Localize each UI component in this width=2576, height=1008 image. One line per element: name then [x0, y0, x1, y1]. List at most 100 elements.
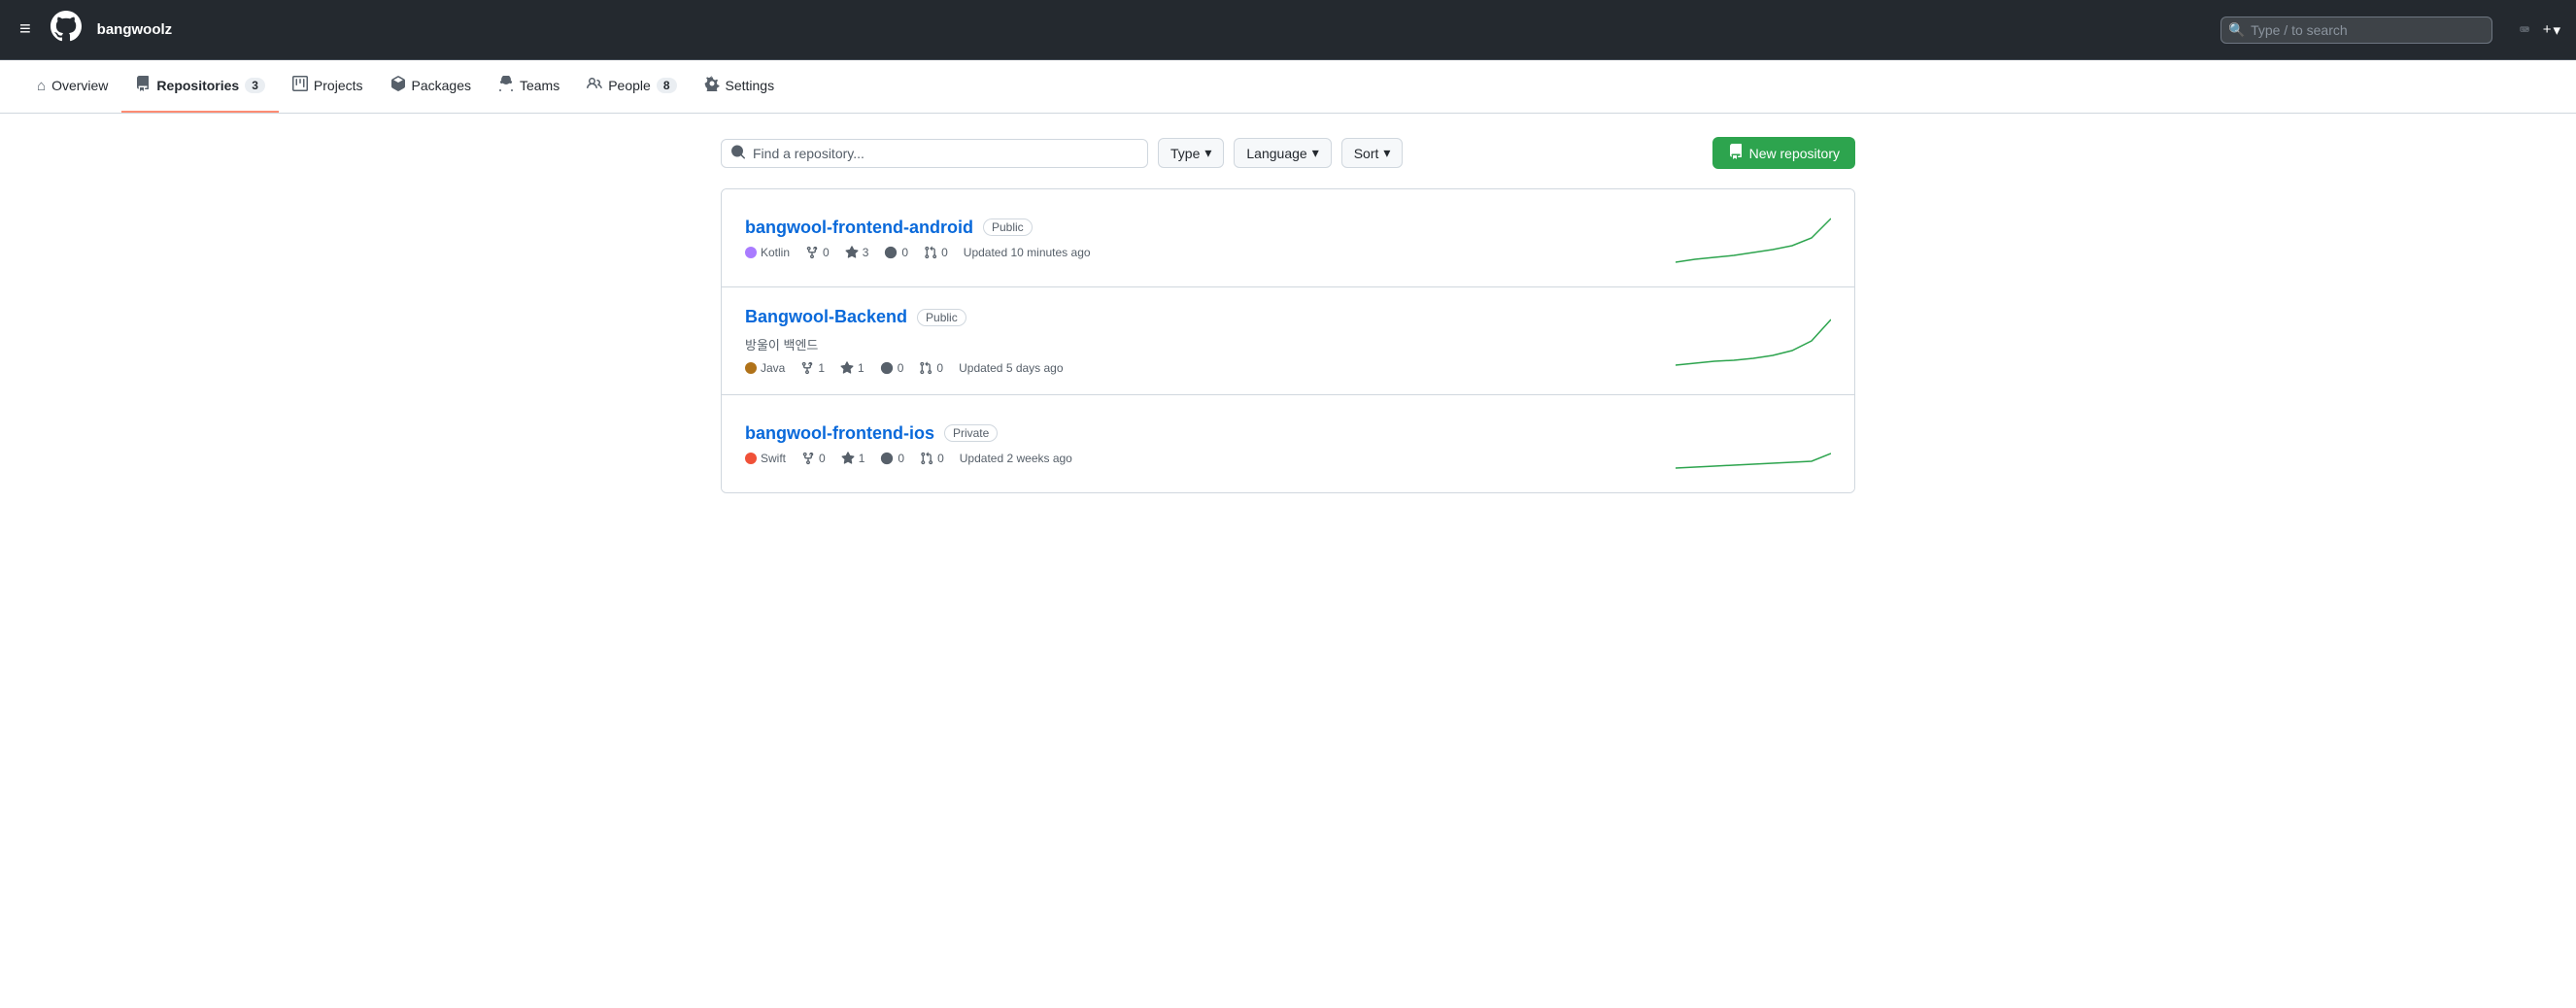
header-actions: ⌨ + ▾ [2516, 17, 2560, 43]
prs-count: 0 [941, 246, 948, 259]
language-dropdown-button[interactable]: Language ▾ [1234, 138, 1331, 168]
repo-icon [135, 76, 151, 95]
main-content: Type ▾ Language ▾ Sort ▾ New repository … [705, 114, 1871, 517]
repo-updated: Updated 5 days ago [959, 361, 1063, 375]
repo-search-icon [730, 144, 746, 162]
prs-count: 0 [937, 452, 944, 465]
repositories-count-badge: 3 [245, 78, 265, 93]
repo-info: bangwool-frontend-ios Private Swift 0 1 [745, 423, 1676, 465]
repo-forks: 0 [805, 246, 830, 259]
activity-chart [1676, 415, 1831, 473]
sidebar-item-settings[interactable]: Settings [691, 60, 789, 113]
activity-chart [1676, 209, 1831, 267]
type-label: Type [1170, 146, 1200, 161]
chevron-down-icon: ▾ [2553, 21, 2560, 39]
repo-issues: 0 [880, 361, 904, 375]
repo-visibility-badge: Public [983, 218, 1033, 236]
language-dot-icon [745, 453, 757, 464]
repo-info: bangwool-frontend-android Public Kotlin … [745, 218, 1676, 259]
repo-meta: Kotlin 0 3 0 [745, 246, 1676, 259]
language-dot-icon [745, 247, 757, 258]
repo-language: Kotlin [745, 246, 790, 259]
search-icon: 🔍 [2228, 21, 2245, 38]
language-label: Language [1246, 146, 1306, 161]
language-name: Java [761, 361, 785, 375]
nav-projects-label: Projects [314, 78, 363, 93]
nav-repositories-label: Repositories [156, 78, 239, 93]
repo-language: Swift [745, 452, 786, 465]
language-name: Swift [761, 452, 786, 465]
repo-search-wrap [721, 139, 1148, 168]
forks-count: 0 [823, 246, 830, 259]
sort-dropdown-button[interactable]: Sort ▾ [1341, 138, 1404, 168]
repo-title-row: Bangwool-Backend Public [745, 307, 1676, 327]
activity-chart [1676, 312, 1831, 370]
repo-prs: 0 [924, 246, 948, 259]
plus-icon: + [2543, 21, 2552, 38]
org-navigation: ⌂ Overview Repositories 3 Projects Packa… [0, 60, 2576, 114]
language-dot-icon [745, 362, 757, 374]
global-search-input[interactable] [2220, 17, 2492, 44]
new-repository-button[interactable]: New repository [1712, 137, 1855, 169]
org-name: bangwoolz [97, 21, 173, 38]
repo-visibility-badge: Public [917, 309, 966, 326]
chevron-down-icon: ▾ [1383, 145, 1390, 161]
sidebar-item-projects[interactable]: Projects [279, 60, 377, 113]
forks-count: 1 [818, 361, 825, 375]
repo-issues: 0 [884, 246, 908, 259]
terminal-button[interactable]: ⌨ [2516, 17, 2533, 43]
repo-name-link[interactable]: bangwool-frontend-android [745, 218, 973, 238]
repo-meta: Java 1 1 0 0 [745, 361, 1676, 375]
table-row: bangwool-frontend-ios Private Swift 0 1 [722, 395, 1854, 492]
hamburger-button[interactable]: ≡ [16, 15, 35, 45]
home-icon: ⌂ [37, 78, 46, 94]
new-item-button[interactable]: + ▾ [2543, 21, 2560, 39]
type-dropdown-button[interactable]: Type ▾ [1158, 138, 1224, 168]
table-row: bangwool-frontend-android Public Kotlin … [722, 189, 1854, 287]
repo-name-link[interactable]: bangwool-frontend-ios [745, 423, 934, 444]
repo-toolbar: Type ▾ Language ▾ Sort ▾ New repository [721, 137, 1855, 169]
people-icon [587, 76, 602, 95]
new-repository-label: New repository [1749, 146, 1840, 161]
chevron-down-icon: ▾ [1204, 145, 1211, 161]
repo-search-input[interactable] [721, 139, 1148, 168]
stars-count: 1 [858, 361, 864, 375]
repo-stars: 1 [841, 452, 865, 465]
sidebar-item-people[interactable]: People 8 [573, 60, 690, 113]
repository-list: bangwool-frontend-android Public Kotlin … [721, 188, 1855, 493]
settings-icon [704, 76, 720, 95]
repo-description: 방울이 백엔드 [745, 335, 1676, 353]
projects-icon [292, 76, 308, 95]
repo-stars: 3 [845, 246, 869, 259]
repo-prs: 0 [919, 361, 943, 375]
sidebar-item-repositories[interactable]: Repositories 3 [121, 60, 279, 113]
nav-teams-label: Teams [520, 78, 559, 93]
repo-updated: Updated 2 weeks ago [960, 452, 1072, 465]
repo-title-row: bangwool-frontend-android Public [745, 218, 1676, 238]
stars-count: 1 [859, 452, 865, 465]
people-count-badge: 8 [657, 78, 677, 93]
packages-icon [390, 76, 406, 95]
repo-info: Bangwool-Backend Public 방울이 백엔드 Java 1 [745, 307, 1676, 375]
sidebar-item-packages[interactable]: Packages [377, 60, 485, 113]
sidebar-item-overview[interactable]: ⌂ Overview [23, 62, 121, 112]
nav-overview-label: Overview [51, 78, 108, 93]
sort-label: Sort [1354, 146, 1379, 161]
issues-count: 0 [898, 452, 904, 465]
app-header: ≡ bangwoolz 🔍 ⌨ + ▾ [0, 0, 2576, 60]
repo-create-icon [1728, 144, 1744, 162]
chevron-down-icon: ▾ [1312, 145, 1319, 161]
repo-issues: 0 [880, 452, 904, 465]
repo-prs: 0 [920, 452, 944, 465]
repo-meta: Swift 0 1 0 [745, 452, 1676, 465]
repo-title-row: bangwool-frontend-ios Private [745, 423, 1676, 444]
sidebar-item-teams[interactable]: Teams [485, 60, 573, 113]
prs-count: 0 [936, 361, 943, 375]
repo-name-link[interactable]: Bangwool-Backend [745, 307, 907, 327]
repo-visibility-badge: Private [944, 424, 998, 442]
nav-settings-label: Settings [726, 78, 775, 93]
repo-updated: Updated 10 minutes ago [964, 246, 1091, 259]
issues-count: 0 [901, 246, 908, 259]
nav-people-label: People [608, 78, 651, 93]
teams-icon [498, 76, 514, 95]
